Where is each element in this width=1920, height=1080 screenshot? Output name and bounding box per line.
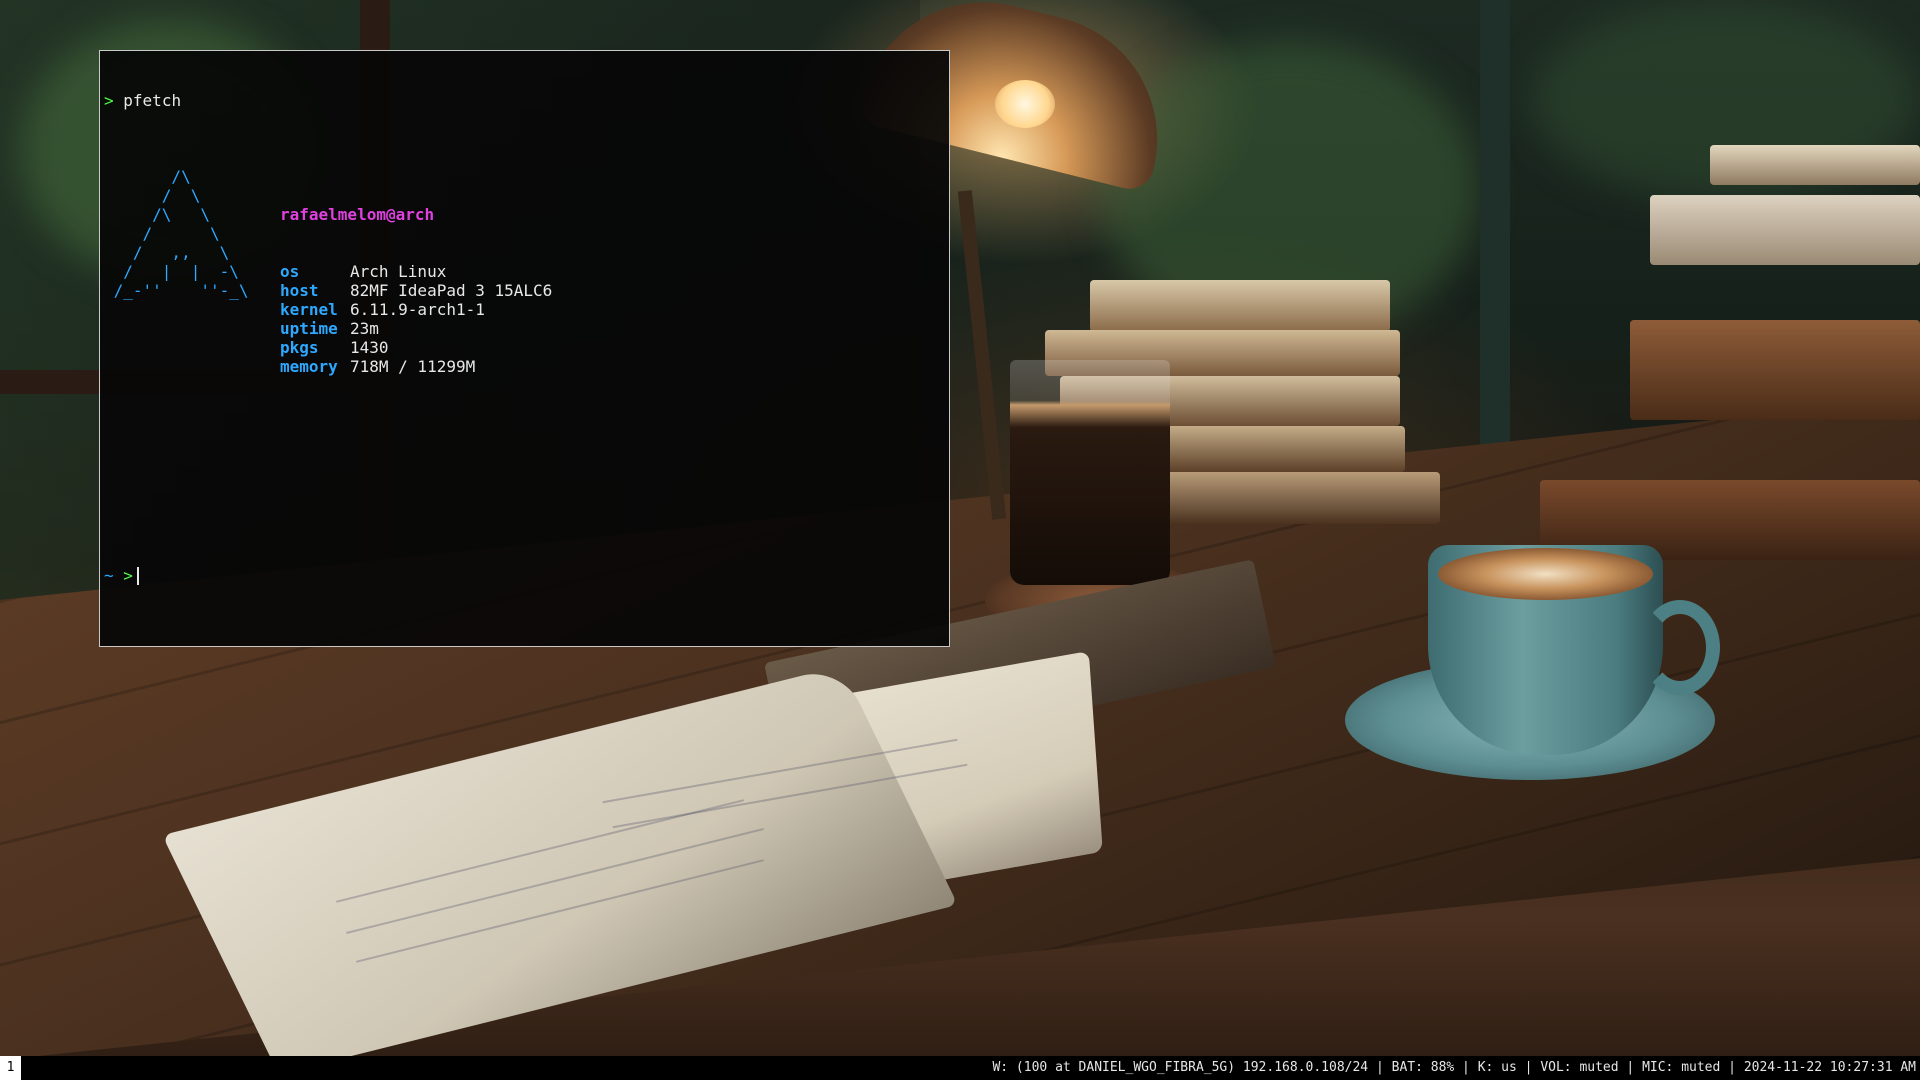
info-key: host (280, 281, 319, 300)
workspace-button-1[interactable]: 1 (0, 1056, 21, 1080)
terminal-window[interactable]: > pfetch /\ / \ /\ \ / \ / ,, \ / | | -\… (99, 50, 950, 647)
ascii-logo-line: / ,, \ (104, 243, 230, 262)
info-row: pkgs 1430 (280, 338, 552, 357)
ascii-logo-line: / | | -\ (104, 262, 239, 281)
wallpaper-shelf-books (1630, 320, 1920, 420)
arch-logo-ascii: /\ / \ /\ \ / \ / ,, \ / | | -\ /_-'' ''… (104, 167, 280, 414)
pfetch-output: /\ / \ /\ \ / \ / ,, \ / | | -\ /_-'' ''… (104, 167, 945, 414)
user-host: rafaelmelom@arch (280, 205, 435, 224)
system-info: rafaelmelom@arch os Arch Linux host 82MF Id… (280, 167, 552, 414)
wallpaper-lamp-arm (957, 190, 1007, 520)
text-cursor (136, 567, 139, 585)
ascii-logo-line: / \ (104, 224, 220, 243)
wallpaper-cup-handle (1640, 600, 1720, 695)
info-key: os (280, 262, 300, 281)
wallpaper-coffee-glass (1010, 360, 1170, 585)
info-row: uptime 23m (280, 319, 552, 338)
wallpaper-book-stack (1090, 280, 1390, 332)
prompt-arrow: > (123, 566, 133, 585)
ascii-logo-line: / \ (104, 186, 201, 205)
command-text: pfetch (123, 91, 182, 110)
info-key: pkgs (280, 338, 319, 357)
info-key: memory (280, 357, 338, 376)
ascii-logo-line: /\ (104, 167, 191, 186)
wallpaper-latte (1438, 548, 1653, 600)
wallpaper-lamp-bulb (995, 80, 1055, 128)
info-row: os Arch Linux (280, 262, 552, 281)
command-line: > pfetch (104, 91, 945, 110)
info-value: 1430 (350, 338, 389, 357)
prompt-directory: ~ (104, 566, 114, 585)
prompt-symbol: > (104, 91, 114, 110)
status-text: W: (100 at DANIEL_WGO_FIBRA_5G) 192.168.… (992, 1060, 1916, 1075)
wallpaper-shelf-books (1710, 145, 1920, 185)
info-value: 6.11.9-arch1-1 (350, 300, 485, 319)
info-key: uptime (280, 319, 338, 338)
info-value: Arch Linux (350, 262, 447, 281)
ascii-logo-line: /\ \ (104, 205, 210, 224)
ascii-logo-line: /_-'' ''-_\ (104, 281, 249, 300)
info-row: host 82MF IdeaPad 3 15ALC6 (280, 281, 552, 300)
info-value: 82MF IdeaPad 3 15ALC6 (350, 281, 553, 300)
info-value: 718M / 11299M (350, 357, 476, 376)
info-row: kernel 6.11.9-arch1-1 (280, 300, 552, 319)
info-value: 23m (350, 319, 379, 338)
active-prompt[interactable]: ~ > (104, 566, 945, 585)
wallpaper-shelf-books (1650, 195, 1920, 265)
status-bar: 1 W: (100 at DANIEL_WGO_FIBRA_5G) 192.16… (0, 1056, 1920, 1080)
info-row: memory 718M / 11299M (280, 357, 552, 376)
info-key: kernel (280, 300, 338, 319)
